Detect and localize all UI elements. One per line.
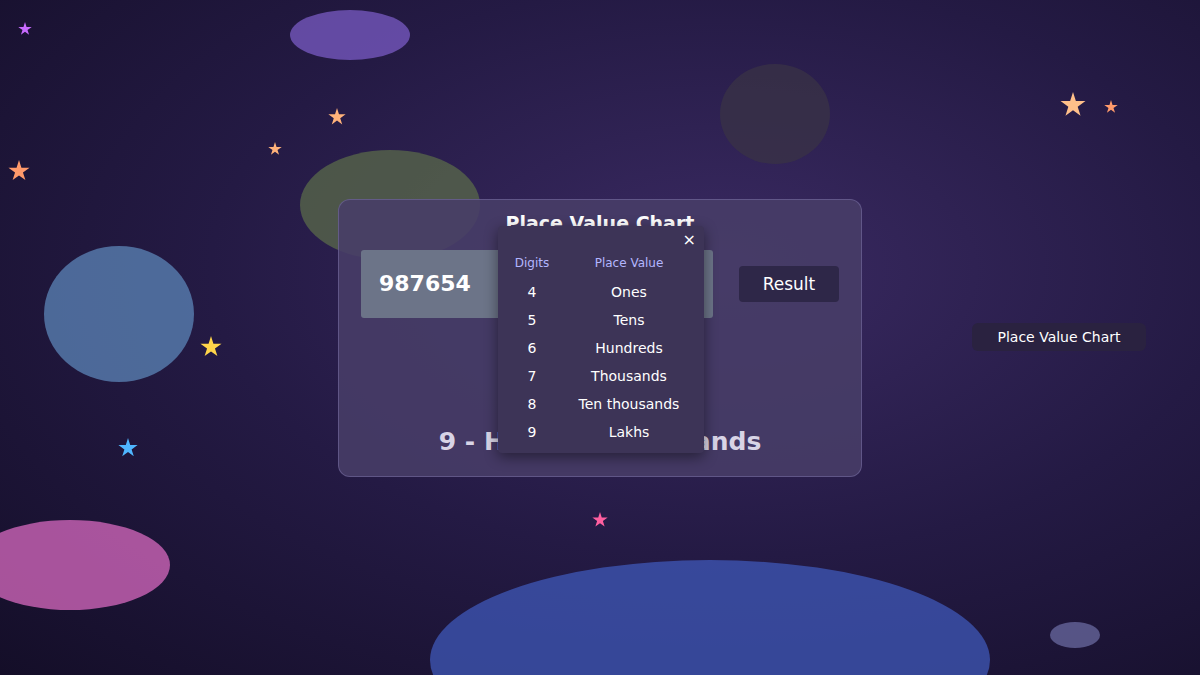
asteroid-icon	[720, 64, 830, 164]
place-cell: Ones	[560, 284, 698, 304]
digit-cell: 9	[504, 424, 560, 444]
star-icon	[268, 142, 282, 156]
digit-cell: 8	[504, 396, 560, 416]
star-icon	[328, 108, 346, 126]
place-cell: Ten thousands	[560, 396, 698, 416]
bunny-astronaut-icon	[44, 246, 194, 382]
column-header: Digits	[504, 256, 560, 276]
place-cell: Hundreds	[560, 340, 698, 360]
column-header: Place Value	[560, 256, 698, 276]
place-cell: Thousands	[560, 368, 698, 388]
ringed-planet-icon	[290, 10, 410, 60]
place-value-panel: Place Value Chart 987654 Result 9 - Hund…	[338, 199, 862, 477]
place-value-table: DigitsPlace Value 4 Ones5 Tens6 Hundreds…	[504, 256, 698, 444]
caterpillar-icon	[0, 520, 170, 610]
result-button[interactable]: Result	[739, 266, 839, 302]
digit-cell: 4	[504, 284, 560, 304]
place-value-chart-button[interactable]: Place Value Chart	[972, 323, 1146, 351]
star-icon	[592, 512, 608, 528]
star-icon	[1104, 100, 1118, 114]
star-icon	[200, 336, 222, 358]
digit-cell: 5	[504, 312, 560, 332]
star-icon	[1060, 92, 1086, 118]
space-background: Place Value Chart 987654 Result 9 - Hund…	[0, 0, 1200, 675]
star-icon	[8, 160, 30, 182]
star-icon	[18, 22, 32, 36]
place-value-popup: × DigitsPlace Value 4 Ones5 Tens6 Hundre…	[498, 226, 704, 453]
place-cell: Tens	[560, 312, 698, 332]
star-icon	[118, 438, 138, 458]
digit-cell: 6	[504, 340, 560, 360]
close-button[interactable]: ×	[683, 230, 696, 249]
place-cell: Lakhs	[560, 424, 698, 444]
small-planet-icon	[1050, 622, 1100, 648]
blue-planet-icon	[430, 560, 990, 675]
digit-cell: 7	[504, 368, 560, 388]
